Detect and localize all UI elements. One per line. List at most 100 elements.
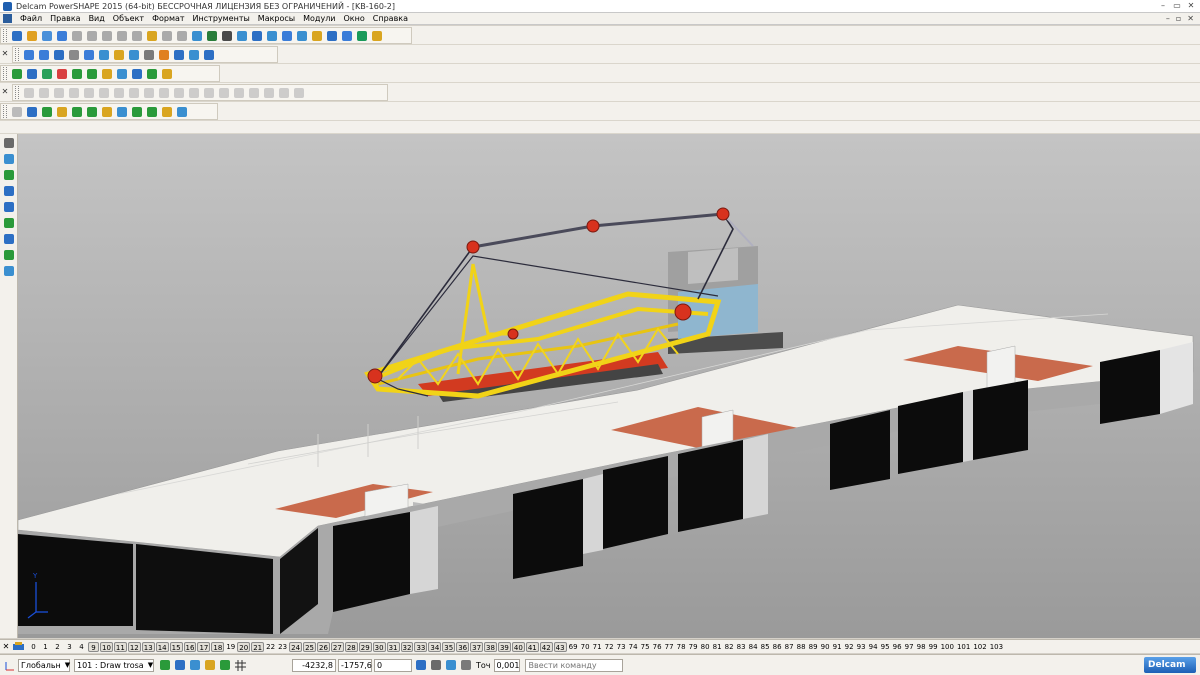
toolbar-close-icon[interactable]: ✕	[1, 87, 9, 96]
level-button[interactable]: 34	[428, 641, 442, 652]
level-button[interactable]: 77	[664, 642, 675, 652]
level-button[interactable]: 9	[88, 641, 99, 652]
toolbar-button[interactable]	[55, 105, 69, 119]
menu-format[interactable]: Формат	[148, 13, 188, 25]
left-tool-button[interactable]	[2, 232, 16, 246]
menu-object[interactable]: Объект	[109, 13, 148, 25]
toolbar-button[interactable]	[37, 48, 51, 62]
toolbar-button[interactable]	[187, 86, 201, 100]
toolbar-button[interactable]	[145, 67, 159, 81]
toolbar-button[interactable]	[130, 67, 144, 81]
left-tool-button[interactable]	[2, 136, 16, 150]
close-icon[interactable]: ✕	[1186, 1, 1196, 10]
toolbar-button[interactable]	[157, 86, 171, 100]
level-button[interactable]: 42	[539, 641, 553, 652]
toolbar-button[interactable]	[130, 29, 144, 43]
toolbar-button[interactable]	[172, 48, 186, 62]
level-button[interactable]: 28	[344, 641, 358, 652]
toolbar-button[interactable]	[160, 67, 174, 81]
workplane-icon[interactable]	[3, 658, 17, 672]
level-button[interactable]: 25	[303, 641, 316, 652]
toolbar-button[interactable]	[280, 29, 294, 43]
coord-x-field[interactable]: -4232,8	[292, 658, 336, 672]
status-tool-icon[interactable]	[429, 658, 443, 672]
level-button[interactable]: 37	[470, 641, 484, 652]
document-icon[interactable]	[3, 14, 12, 23]
level-button[interactable]: 35	[442, 641, 456, 652]
toolbar-button[interactable]	[160, 105, 174, 119]
level-button[interactable]: 15	[169, 641, 183, 652]
level-button[interactable]: 0	[28, 642, 39, 652]
toolbar-button[interactable]	[85, 105, 99, 119]
coord-z-field[interactable]: 0	[374, 658, 412, 672]
level-button[interactable]: 10	[100, 641, 113, 652]
left-tool-button[interactable]	[2, 152, 16, 166]
toolbar-grip[interactable]	[15, 86, 19, 99]
level-button[interactable]: 83	[736, 642, 747, 652]
toolbar-button[interactable]	[25, 29, 39, 43]
level-button[interactable]: 95	[880, 642, 891, 652]
toolbar-button[interactable]	[40, 29, 54, 43]
level-button[interactable]: 97	[904, 642, 915, 652]
level-button[interactable]: 19	[225, 642, 236, 652]
toolbar-button[interactable]	[22, 86, 36, 100]
level-button[interactable]: 84	[748, 642, 759, 652]
toolbar-button[interactable]	[70, 29, 84, 43]
level-button[interactable]: 16	[183, 641, 197, 652]
level-button[interactable]: 40	[511, 641, 525, 652]
level-button[interactable]: 27	[330, 641, 344, 652]
left-tool-button[interactable]	[2, 264, 16, 278]
level-button[interactable]: 21	[251, 641, 265, 652]
level-button[interactable]: 99	[928, 642, 939, 652]
level-button[interactable]: 32	[400, 641, 414, 652]
level-button[interactable]: 93	[856, 642, 867, 652]
menu-macros[interactable]: Макросы	[254, 13, 299, 25]
toolbar-button[interactable]	[202, 86, 216, 100]
toolbar-button[interactable]	[145, 29, 159, 43]
level-button[interactable]: 4	[76, 642, 87, 652]
toolbar-button[interactable]	[82, 48, 96, 62]
tolerance-field[interactable]: 0,001	[493, 658, 520, 672]
level-button[interactable]: 38	[484, 641, 497, 652]
level-bar-close-icon[interactable]: ✕	[0, 642, 12, 651]
toolbar-button[interactable]	[40, 67, 54, 81]
level-button[interactable]: 18	[211, 641, 225, 652]
level-button[interactable]: 100	[940, 642, 955, 652]
toolbar-button[interactable]	[127, 48, 141, 62]
menu-window[interactable]: Окно	[340, 13, 369, 25]
toolbar-button[interactable]	[247, 86, 261, 100]
left-tool-button[interactable]	[2, 248, 16, 262]
level-button[interactable]: 101	[956, 642, 971, 652]
toolbar-button[interactable]	[142, 86, 156, 100]
toolbar-button[interactable]	[40, 105, 54, 119]
status-tool-icon[interactable]	[218, 658, 232, 672]
level-button[interactable]: 96	[892, 642, 903, 652]
status-tool-icon[interactable]	[173, 658, 187, 672]
toolbar-button[interactable]	[370, 29, 384, 43]
toolbar-close-icon[interactable]: ✕	[1, 49, 9, 58]
toolbar-button[interactable]	[115, 29, 129, 43]
toolbar-button[interactable]	[355, 29, 369, 43]
status-tool-icon[interactable]	[203, 658, 217, 672]
toolbar-button[interactable]	[10, 29, 24, 43]
status-tool-icon[interactable]	[444, 658, 458, 672]
level-button[interactable]: 80	[700, 642, 711, 652]
toolbar-button[interactable]	[277, 86, 291, 100]
toolbar-button[interactable]	[67, 48, 81, 62]
doc-close-icon[interactable]: ✕	[1187, 13, 1194, 25]
left-tool-button[interactable]	[2, 216, 16, 230]
level-button[interactable]: 94	[868, 642, 879, 652]
level-button[interactable]: 31	[386, 641, 400, 652]
toolbar-button[interactable]	[10, 105, 24, 119]
toolbar-button[interactable]	[205, 29, 219, 43]
toolbar-grip[interactable]	[3, 29, 7, 42]
toolbar-button[interactable]	[37, 86, 51, 100]
level-button[interactable]: 11	[113, 641, 127, 652]
toolbar-button[interactable]	[232, 86, 246, 100]
toolbar-button[interactable]	[190, 29, 204, 43]
level-button[interactable]: 2	[52, 642, 63, 652]
toolbar-button[interactable]	[250, 29, 264, 43]
level-button[interactable]: 78	[676, 642, 687, 652]
level-button[interactable]: 36	[456, 641, 470, 652]
level-button[interactable]: 22	[265, 642, 276, 652]
